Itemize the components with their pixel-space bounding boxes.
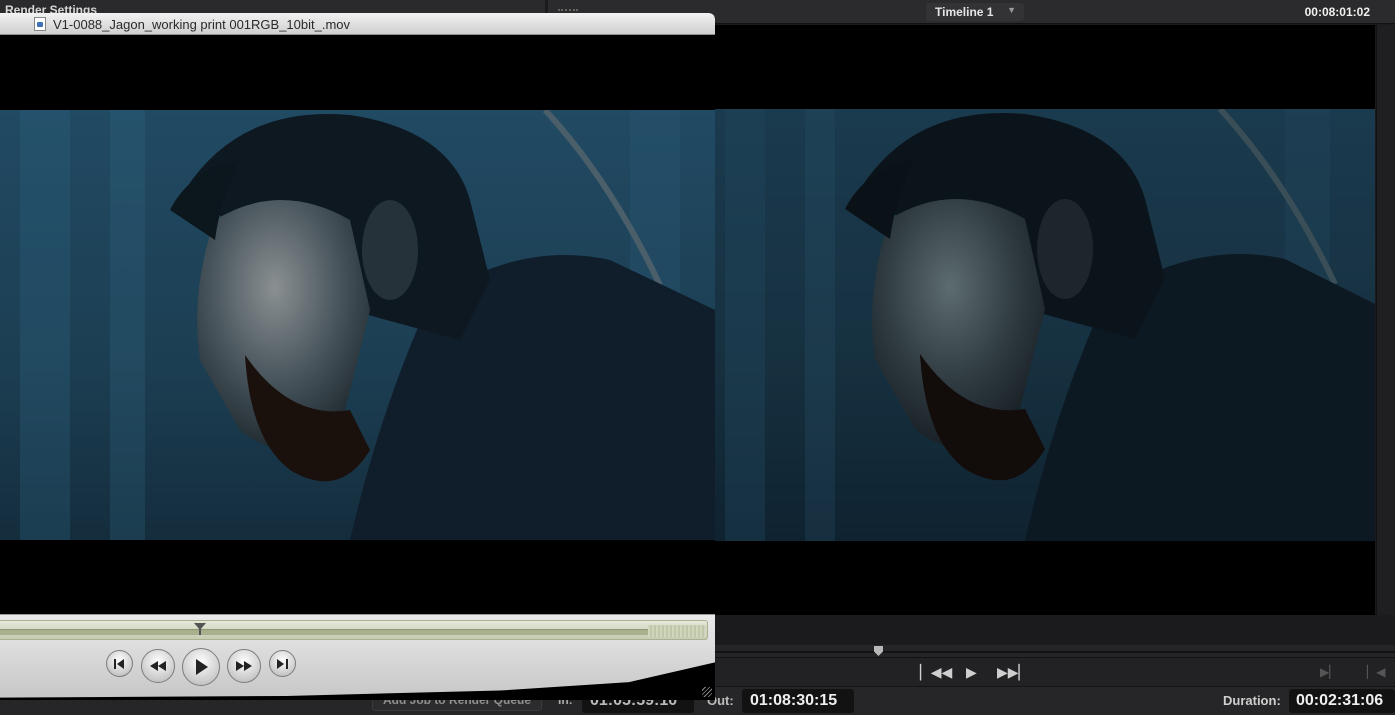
chevron-down-icon: ▼ <box>1007 5 1016 15</box>
quicktime-window: V1-0088_Jagon_working print 001RGB_10bit… <box>0 13 715 700</box>
resize-grip-icon[interactable] <box>702 687 712 697</box>
quicktime-controls <box>0 614 715 700</box>
quicktime-titlebar[interactable]: V1-0088_Jagon_working print 001RGB_10bit… <box>0 13 715 35</box>
movie-file-icon <box>34 17 46 31</box>
next-edit-icon[interactable]: ▶▏ <box>1320 665 1338 679</box>
viewer-scrollbar[interactable] <box>1376 25 1395 615</box>
rewind-icon[interactable] <box>141 649 175 683</box>
quicktime-buffer-track <box>648 625 706 637</box>
out-timecode[interactable]: 01:08:30:15 <box>742 689 854 713</box>
go-to-start-icon[interactable] <box>106 650 133 677</box>
skip-back-icon[interactable]: ▏◀◀ <box>920 665 952 679</box>
fast-forward-icon[interactable] <box>227 649 261 683</box>
go-to-end-icon[interactable] <box>269 650 296 677</box>
skip-forward-icon[interactable]: ▶▶▏ <box>997 665 1029 679</box>
scrub-track-line <box>715 651 1395 653</box>
screen: Render Settings Timeline 1 ▼ 00:08:01:02 <box>0 0 1395 715</box>
resolve-video-frame <box>715 109 1375 541</box>
quicktime-video-frame <box>0 110 715 540</box>
quicktime-progress-track <box>0 629 648 635</box>
play-icon[interactable] <box>182 648 220 686</box>
quicktime-playhead[interactable] <box>194 623 206 635</box>
previous-edit-icon[interactable]: ▏◀ <box>1367 665 1385 679</box>
viewer-timecode: 00:08:01:02 <box>1304 5 1370 19</box>
quicktime-scrub-bar[interactable] <box>0 620 708 640</box>
video-still-image <box>0 110 715 540</box>
viewer-playhead[interactable] <box>874 646 883 656</box>
panel-grip-icon[interactable] <box>558 9 578 12</box>
timeline-dropdown-label: Timeline 1 <box>935 5 994 19</box>
quicktime-filename: V1-0088_Jagon_working print 001RGB_10bit… <box>53 17 351 32</box>
viewer-transport: ▏◀◀ ▶ ▶▶▏ ▶▏ ▏◀ <box>715 657 1395 687</box>
timeline-dropdown[interactable]: Timeline 1 ▼ <box>926 3 1024 21</box>
duration-label: Duration: <box>1223 693 1281 708</box>
duration-timecode: 00:02:31:06 <box>1289 689 1395 713</box>
play-icon[interactable]: ▶ <box>966 665 977 679</box>
video-still-image <box>715 109 1375 541</box>
viewer-scrub-bar[interactable] <box>715 645 1395 657</box>
